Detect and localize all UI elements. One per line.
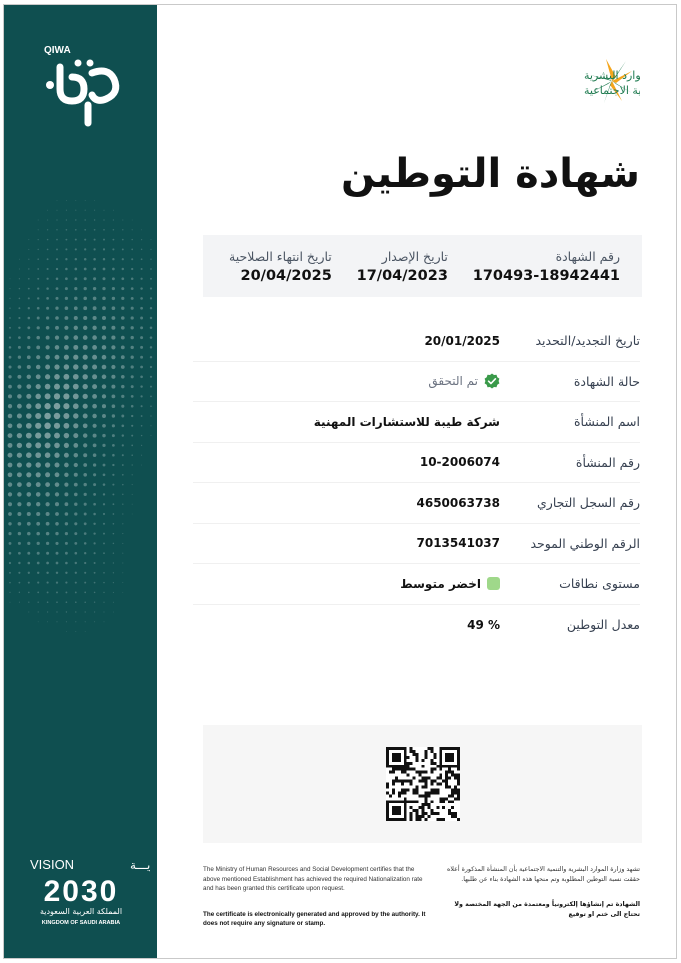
summary-label: تاريخ انتهاء الصلاحية [229, 248, 332, 264]
ministry-name-line1: الموارد البشرية [584, 69, 640, 82]
saudization-rate: % 49 [467, 617, 500, 632]
certificate-page: QIWA VISION رؤيـــة 2030 المملكة العربية… [3, 4, 677, 959]
commercial-registration-number: 4650063738 [416, 495, 501, 510]
qr-code-icon[interactable] [385, 747, 460, 821]
qiwa-logo: QIWA [44, 45, 120, 127]
detail-label: حالة الشهادة [573, 373, 640, 389]
establishment-number: 10-2006074 [419, 455, 500, 470]
verified-check-icon [484, 373, 500, 389]
detail-row-renewal-date: تاريخ التجديد/التحديد 20/01/2025 [193, 321, 640, 362]
dot-pattern [7, 199, 153, 633]
certificate-summary: رقم الشهادة 170493-18942441 تاريخ الإصدا… [203, 235, 642, 297]
kingdom-name-ar: المملكة العربية السعودية [40, 907, 122, 916]
nitaqat-level: اخضر متوسط [400, 577, 500, 591]
certificate-number: 170493-18942441 [472, 267, 620, 284]
establishment-name: شركة طيبة للاستشارات المهنية [313, 414, 500, 429]
sidebar: QIWA VISION رؤيـــة 2030 المملكة العربية… [4, 5, 157, 958]
detail-row-nitaqat-level: مستوى نطاقات اخضر متوسط [193, 564, 640, 605]
certificate-number-block: رقم الشهادة 170493-18942441 [473, 235, 620, 297]
detail-label: الرقم الوطني الموحد [530, 535, 640, 551]
detail-label: تاريخ التجديد/التحديد [535, 333, 640, 349]
issue-date-block: تاريخ الإصدار 17/04/2023 [357, 235, 448, 297]
expiry-date: 20/04/2025 [240, 267, 332, 284]
status-text: تم التحقق [428, 374, 478, 389]
detail-row-establishment-number: رقم المنشأة 10-2006074 [193, 443, 640, 483]
footer-statement-ar: تشهد وزارة الموارد البشرية والتنمية الاج… [447, 866, 640, 883]
ministry-name-line2: والتنمية الاجتماعية [584, 84, 640, 97]
detail-row-saudization-rate: معدل التوطين % 49 [193, 605, 640, 646]
unified-national-number: 7013541037 [416, 536, 501, 551]
footer-note-en: The certificate is electronically genera… [203, 910, 426, 928]
renewal-date: 20/01/2025 [424, 333, 500, 348]
expiry-date-block: تاريخ انتهاء الصلاحية 20/04/2025 [229, 235, 332, 297]
summary-label: رقم الشهادة [555, 248, 620, 264]
vision-title-ar: رؤيـــة [130, 858, 150, 873]
vision-2030-logo: VISION رؤيـــة 2030 المملكة العربية السع… [30, 857, 150, 926]
vision-title-en: VISION [30, 857, 74, 872]
footer-note-ar: الشهادة تم إنشاؤها إلكترونياً ومعتمدة من… [454, 901, 640, 918]
detail-row-unified-national-number: الرقم الوطني الموحد 7013541037 [193, 524, 640, 564]
detail-label: معدل التوطين [566, 617, 640, 633]
detail-row-establishment-name: اسم المنشأة شركة طيبة للاستشارات المهنية [193, 402, 640, 443]
certificate-details: تاريخ التجديد/التحديد 20/01/2025 حالة ال… [193, 321, 640, 645]
detail-row-commercial-registration: رقم السجل التجاري 4650063738 [193, 483, 640, 524]
certificate-status: تم التحقق [428, 373, 500, 389]
issue-date: 17/04/2023 [356, 267, 448, 284]
ministry-logo: الموارد البشرية والتنمية الاجتماعية [584, 59, 640, 103]
certificate-title: شهادة التوطين [341, 151, 640, 197]
certificate-body: الموارد البشرية والتنمية الاجتماعية شهاد… [157, 5, 676, 958]
nitaqat-level-text: اخضر متوسط [400, 576, 481, 591]
footer-statement-en: The Ministry of Human Resources and Soci… [203, 866, 423, 892]
footer-arabic: تشهد وزارة الموارد البشرية والتنمية الاج… [440, 865, 640, 919]
vision-year: 2030 [44, 875, 119, 908]
detail-label: اسم المنشأة [573, 414, 640, 430]
footer-english: The Ministry of Human Resources and Soci… [203, 865, 433, 929]
detail-label: رقم المنشأة [575, 454, 640, 470]
detail-row-status: حالة الشهادة تم التحقق [193, 362, 640, 402]
kingdom-name-en: KINGDOM OF SAUDI ARABIA [42, 920, 120, 926]
detail-label: رقم السجل التجاري [537, 495, 640, 511]
detail-label: مستوى نطاقات [559, 576, 640, 592]
qr-section [203, 725, 642, 843]
summary-label: تاريخ الإصدار [381, 248, 448, 264]
nitaqat-green-icon [487, 577, 500, 591]
qiwa-brand-text: QIWA [44, 45, 71, 56]
